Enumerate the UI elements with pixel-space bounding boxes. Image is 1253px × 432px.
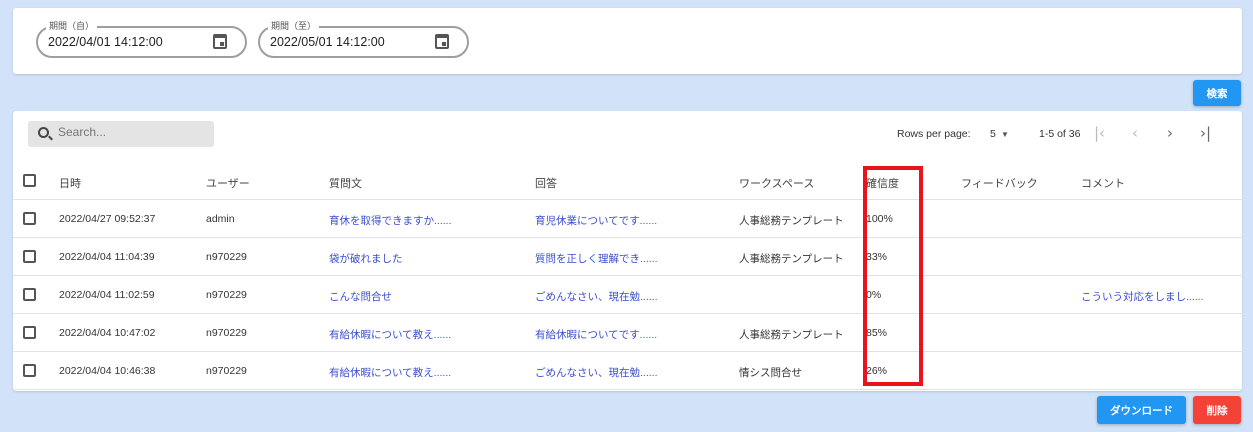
date-from-label: 期間（自） (46, 19, 98, 32)
header-question[interactable]: 質問文 (329, 175, 362, 191)
date-to-label: 期間（至） (268, 19, 320, 32)
table-row[interactable]: 2022/04/04 10:47:02 n970229 有給休暇について教え....… (13, 314, 1242, 352)
pagination-range: 1-5 of 36 (1039, 128, 1081, 140)
table-row[interactable]: 2022/04/04 10:46:38 n970229 有給休暇について教え....… (13, 352, 1242, 390)
cell-datetime: 2022/04/04 10:46:38 (59, 365, 156, 377)
cell-datetime: 2022/04/04 10:47:02 (59, 327, 156, 339)
header-feedback[interactable]: フィードバック (961, 175, 1038, 191)
cell-datetime: 2022/04/04 11:02:59 (59, 289, 155, 301)
date-to-field[interactable]: 期間（至） 2022/05/01 14:12:00 (258, 19, 469, 58)
cell-question[interactable]: 有給休暇について教え...... (329, 365, 451, 380)
cell-answer[interactable]: 質問を正しく理解でき...... (535, 251, 658, 266)
search-icon (38, 127, 49, 138)
calendar-icon[interactable] (213, 34, 227, 49)
date-from-value[interactable]: 2022/04/01 14:12:00 (48, 35, 163, 49)
cell-user: n970229 (206, 289, 247, 301)
filter-panel: 期間（自） 2022/04/01 14:12:00 期間（至） 2022/05/… (13, 8, 1242, 74)
search-box[interactable] (28, 121, 214, 147)
results-table-panel: Rows per page: 5 ▼ 1-5 of 36 |‹ ‹ › ›| 日… (13, 111, 1242, 391)
header-answer[interactable]: 回答 (535, 175, 557, 191)
first-page-icon[interactable]: |‹ (1094, 124, 1105, 142)
rows-per-page-label: Rows per page: (897, 128, 971, 140)
row-checkbox[interactable] (23, 288, 36, 301)
cell-workspace: 人事総務テンプレート (739, 215, 844, 227)
cell-question[interactable]: 袋が破れました (329, 251, 403, 266)
table-row[interactable]: 2022/04/04 11:04:39 n970229 袋が破れました 質問を正しく理… (13, 238, 1242, 276)
search-input[interactable] (58, 125, 208, 139)
previous-page-icon[interactable]: ‹ (1132, 124, 1138, 142)
cell-workspace: 人事総務テンプレート (739, 253, 844, 265)
dropdown-arrow-icon[interactable]: ▼ (1001, 130, 1009, 139)
cell-user: n970229 (206, 365, 247, 377)
cell-answer[interactable]: ごめんなさい、現在勉...... (535, 289, 658, 304)
rows-per-page-select[interactable]: 5 (990, 128, 996, 140)
header-datetime[interactable]: 日時 (59, 175, 81, 191)
download-button[interactable]: ダウンロード (1097, 396, 1186, 424)
cell-user: admin (206, 213, 235, 225)
select-all-checkbox[interactable] (23, 174, 36, 187)
date-from-field[interactable]: 期間（自） 2022/04/01 14:12:00 (36, 19, 247, 58)
cell-question[interactable]: 育休を取得できますか...... (329, 213, 452, 228)
table-header: 日時 ユーザー 質問文 回答 ワークスペース 確信度 フィードバック コメント (13, 162, 1242, 200)
cell-datetime: 2022/04/27 09:52:37 (59, 213, 156, 225)
row-checkbox[interactable] (23, 212, 36, 225)
table-row[interactable]: 2022/04/27 09:52:37 admin 育休を取得できますか......… (13, 200, 1242, 238)
highlight-box (863, 166, 923, 386)
cell-question[interactable]: こんな問合せ (329, 289, 392, 304)
header-comment[interactable]: コメント (1081, 175, 1125, 191)
cell-comment[interactable]: こういう対応をしまし...... (1081, 289, 1204, 304)
header-user[interactable]: ユーザー (206, 175, 250, 191)
cell-datetime: 2022/04/04 11:04:39 (59, 251, 155, 263)
date-to-value[interactable]: 2022/05/01 14:12:00 (270, 35, 385, 49)
calendar-icon[interactable] (435, 34, 449, 49)
header-workspace[interactable]: ワークスペース (739, 175, 814, 191)
search-button[interactable]: 検索 (1193, 80, 1241, 106)
cell-user: n970229 (206, 251, 247, 263)
cell-answer[interactable]: 育児休業についてです...... (535, 213, 657, 228)
cell-workspace: 情シス問合せ (739, 367, 802, 379)
row-checkbox[interactable] (23, 250, 36, 263)
cell-answer[interactable]: ごめんなさい、現在勉...... (535, 365, 658, 380)
row-checkbox[interactable] (23, 326, 36, 339)
cell-question[interactable]: 有給休暇について教え...... (329, 327, 451, 342)
cell-answer[interactable]: 有給休暇についてです...... (535, 327, 657, 342)
delete-button[interactable]: 削除 (1193, 396, 1241, 424)
next-page-icon[interactable]: › (1167, 124, 1173, 142)
table-row[interactable]: 2022/04/04 11:02:59 n970229 こんな問合せ ごめんなさい、現… (13, 276, 1242, 314)
cell-workspace: 人事総務テンプレート (739, 329, 844, 341)
row-checkbox[interactable] (23, 364, 36, 377)
last-page-icon[interactable]: ›| (1200, 124, 1211, 142)
cell-user: n970229 (206, 327, 247, 339)
